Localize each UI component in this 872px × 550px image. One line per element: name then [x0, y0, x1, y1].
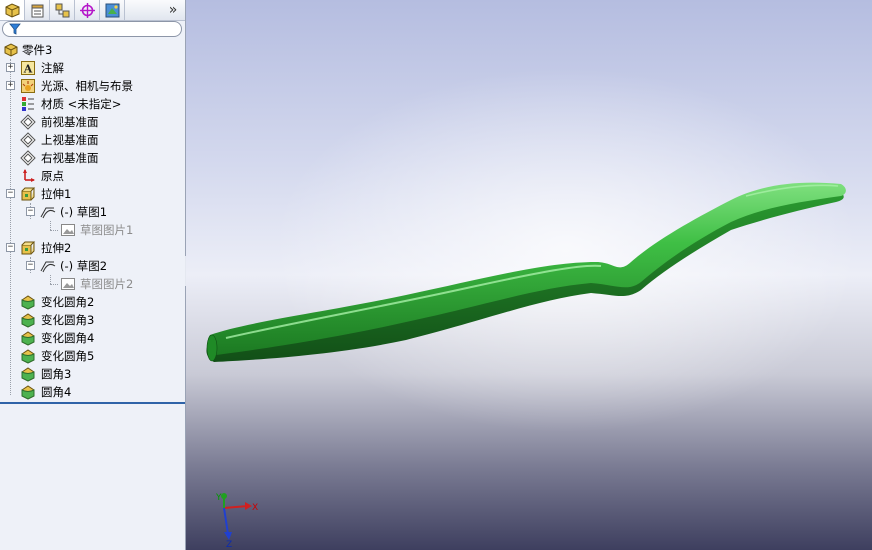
plane-icon — [20, 132, 36, 148]
tree-item-material[interactable]: 材质 <未指定> — [0, 95, 185, 113]
expand-toggle[interactable]: + — [6, 63, 15, 72]
tree-item-lights-cameras[interactable]: + 光源、相机与布景 — [0, 77, 185, 95]
fillet-icon — [21, 313, 35, 328]
expand-toggle[interactable]: + — [6, 81, 15, 90]
tree-item-label: 变化圆角5 — [41, 349, 95, 363]
fillet-icon — [21, 367, 35, 382]
lights-cameras-icon — [21, 79, 35, 93]
fillet-icon — [21, 349, 35, 364]
tree-item-label: 圆角4 — [41, 385, 72, 399]
tree-item-variable-fillet-4[interactable]: 变化圆角4 — [0, 329, 185, 347]
tree-item-front-plane[interactable]: 前视基准面 — [0, 113, 185, 131]
filter-icon — [9, 23, 21, 35]
plane-icon — [20, 150, 36, 166]
tab-display-manager[interactable] — [100, 0, 125, 20]
fillet-icon — [21, 295, 35, 310]
tree-item-label: 右视基准面 — [41, 151, 99, 165]
tree-root-label: 零件3 — [22, 43, 53, 57]
tree-item-variable-fillet-2[interactable]: 变化圆角2 — [0, 293, 185, 311]
fillet-icon — [21, 385, 35, 400]
property-manager-icon — [31, 4, 43, 17]
tree-item-sketch-picture-2[interactable]: 草图图片2 — [0, 275, 185, 293]
sketch-icon — [40, 207, 56, 219]
tree-item-label: 光源、相机与布景 — [41, 79, 133, 93]
tree-item-extrude-2[interactable]: − 拉伸2 — [0, 239, 185, 257]
part-icon — [4, 43, 18, 57]
tree-item-label: (-) 草图2 — [60, 259, 108, 273]
material-icon — [22, 97, 34, 111]
z-axis-label: Z — [226, 540, 232, 548]
tree-item-label: 拉伸2 — [41, 241, 72, 255]
dimxpert-manager-icon — [79, 2, 95, 18]
tree-item-sketch-2[interactable]: − (-) 草图2 — [0, 257, 185, 275]
collapse-toggle[interactable]: − — [26, 261, 35, 270]
tree-item-fillet-4[interactable]: 圆角4 — [0, 383, 185, 401]
svg-text:A: A — [23, 63, 33, 76]
tree-item-sketch-1[interactable]: − (-) 草图1 — [0, 203, 185, 221]
tree-item-label: 注解 — [41, 61, 64, 75]
tab-dimxpert-manager[interactable] — [75, 0, 100, 20]
tree-item-sketch-picture-1[interactable]: 草图图片1 — [0, 221, 185, 239]
tree-item-variable-fillet-5[interactable]: 变化圆角5 — [0, 347, 185, 365]
tree-item-label: 前视基准面 — [41, 115, 99, 129]
annotations-icon: A — [21, 61, 35, 76]
tab-property-manager[interactable] — [25, 0, 50, 20]
tree-item-label: 变化圆角2 — [41, 295, 95, 309]
sketch-picture-icon — [61, 278, 75, 290]
tree-item-annotations[interactable]: + A 注解 — [0, 59, 185, 77]
tree-item-label: 圆角3 — [41, 367, 72, 381]
tree-item-extrude-1[interactable]: − 拉伸1 — [0, 185, 185, 203]
tree-item-label: 原点 — [41, 169, 64, 183]
tree-item-fillet-3[interactable]: 圆角3 — [0, 365, 185, 383]
tree-item-label: (-) 草图1 — [60, 205, 108, 219]
tree-root-part[interactable]: 零件3 — [0, 41, 185, 59]
feature-manager-panel: » 零件3 + A 注解 + 光源、相机与布景 材质 <未指定> 前视基准面 上… — [0, 0, 186, 550]
tree-item-label: 材质 <未指定> — [41, 97, 122, 111]
extrude-icon — [21, 241, 36, 255]
tree-item-label: 草图图片1 — [80, 223, 134, 237]
configuration-manager-icon — [55, 3, 69, 17]
collapse-toggle[interactable]: − — [6, 243, 15, 252]
tab-feature-manager[interactable] — [0, 0, 25, 20]
more-tabs-button[interactable]: » — [165, 0, 181, 20]
tree-item-label: 草图图片2 — [80, 277, 134, 291]
rollback-bar[interactable] — [0, 402, 185, 404]
sketch-picture-icon — [61, 224, 75, 236]
origin-icon — [23, 169, 35, 182]
graphics-viewport[interactable]: X Y Z — [186, 0, 872, 550]
feature-manager-icon — [5, 2, 19, 18]
manager-tab-bar: » — [0, 0, 185, 21]
axis-triad: X Y Z — [215, 493, 258, 548]
tree-item-label: 变化圆角3 — [41, 313, 95, 327]
tree-item-variable-fillet-3[interactable]: 变化圆角3 — [0, 311, 185, 329]
tab-configuration-manager[interactable] — [50, 0, 75, 20]
plane-icon — [20, 114, 36, 130]
collapse-toggle[interactable]: − — [26, 207, 35, 216]
feature-filter-input[interactable] — [2, 21, 182, 37]
tree-item-label: 变化圆角4 — [41, 331, 95, 345]
y-axis-label: Y — [215, 493, 222, 503]
tree-item-label: 拉伸1 — [41, 187, 72, 201]
tree-item-top-plane[interactable]: 上视基准面 — [0, 131, 185, 149]
tree-item-origin[interactable]: 原点 — [0, 167, 185, 185]
tree-item-right-plane[interactable]: 右视基准面 — [0, 149, 185, 167]
x-axis-label: X — [252, 503, 258, 513]
fillet-icon — [21, 331, 35, 346]
extrude-icon — [21, 187, 36, 201]
spoon-part-model[interactable] — [186, 0, 872, 550]
display-manager-icon — [105, 3, 119, 17]
collapse-toggle[interactable]: − — [6, 189, 15, 198]
tree-item-label: 上视基准面 — [41, 133, 99, 147]
sketch-icon — [40, 261, 56, 273]
